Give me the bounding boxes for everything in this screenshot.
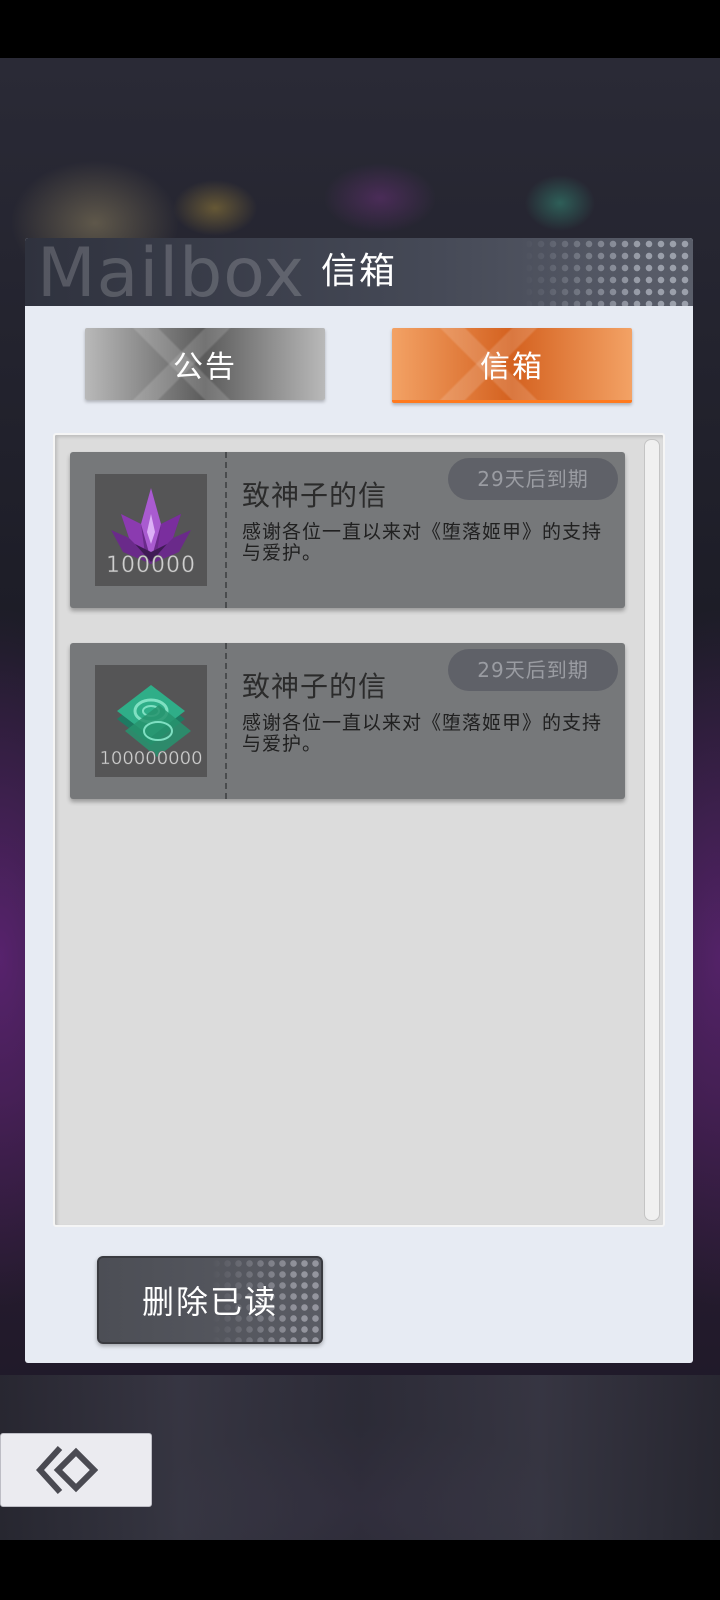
tab-announcement[interactable]: 公告	[85, 328, 325, 400]
mail-list[interactable]: 100000 致神子的信 感谢各位一直以来对《堕落姬甲》的支持与爱护。 29天后…	[53, 433, 665, 1227]
scrollbar[interactable]	[644, 439, 660, 1221]
mail-divider	[225, 452, 227, 608]
tab-announcement-label: 公告	[173, 350, 237, 385]
delete-read-label: 删除已读	[141, 1283, 278, 1321]
page-title: 信箱	[320, 251, 397, 292]
mail-item[interactable]: 100000000 致神子的信 感谢各位一直以来对《堕落姬甲》的支持与爱护。 2…	[70, 643, 625, 799]
navigation-bar	[0, 1540, 720, 1600]
mail-divider	[225, 643, 227, 799]
mailbox-panel: Mailbox 信箱 公告 信箱 100000 致神子的信 感谢各位一直以来对《…	[25, 238, 693, 1363]
reward-item-slot: 100000000	[95, 665, 207, 777]
reward-count: 100000	[106, 553, 196, 579]
back-button[interactable]	[0, 1433, 152, 1507]
mail-item[interactable]: 100000 致神子的信 感谢各位一直以来对《堕落姬甲》的支持与爱护。 29天后…	[70, 452, 625, 608]
tab-mailbox[interactable]: 信箱	[392, 328, 632, 403]
panel-header: Mailbox 信箱	[25, 238, 693, 306]
reward-item-slot: 100000	[95, 474, 207, 586]
reward-count: 100000000	[99, 748, 203, 770]
mail-title: 致神子的信	[242, 670, 388, 703]
mail-title: 致神子的信	[242, 479, 388, 512]
tab-mailbox-label: 信箱	[480, 350, 544, 385]
expire-badge: 29天后到期	[448, 649, 618, 691]
mail-body: 感谢各位一直以来对《堕落姬甲》的支持与爱护。	[242, 521, 603, 564]
mail-body: 感谢各位一直以来对《堕落姬甲》的支持与爱护。	[242, 712, 603, 755]
delete-read-button[interactable]: 删除已读	[97, 1256, 323, 1344]
status-bar	[0, 0, 720, 58]
expire-badge: 29天后到期	[448, 458, 618, 500]
back-diamond-icon	[36, 1445, 98, 1495]
